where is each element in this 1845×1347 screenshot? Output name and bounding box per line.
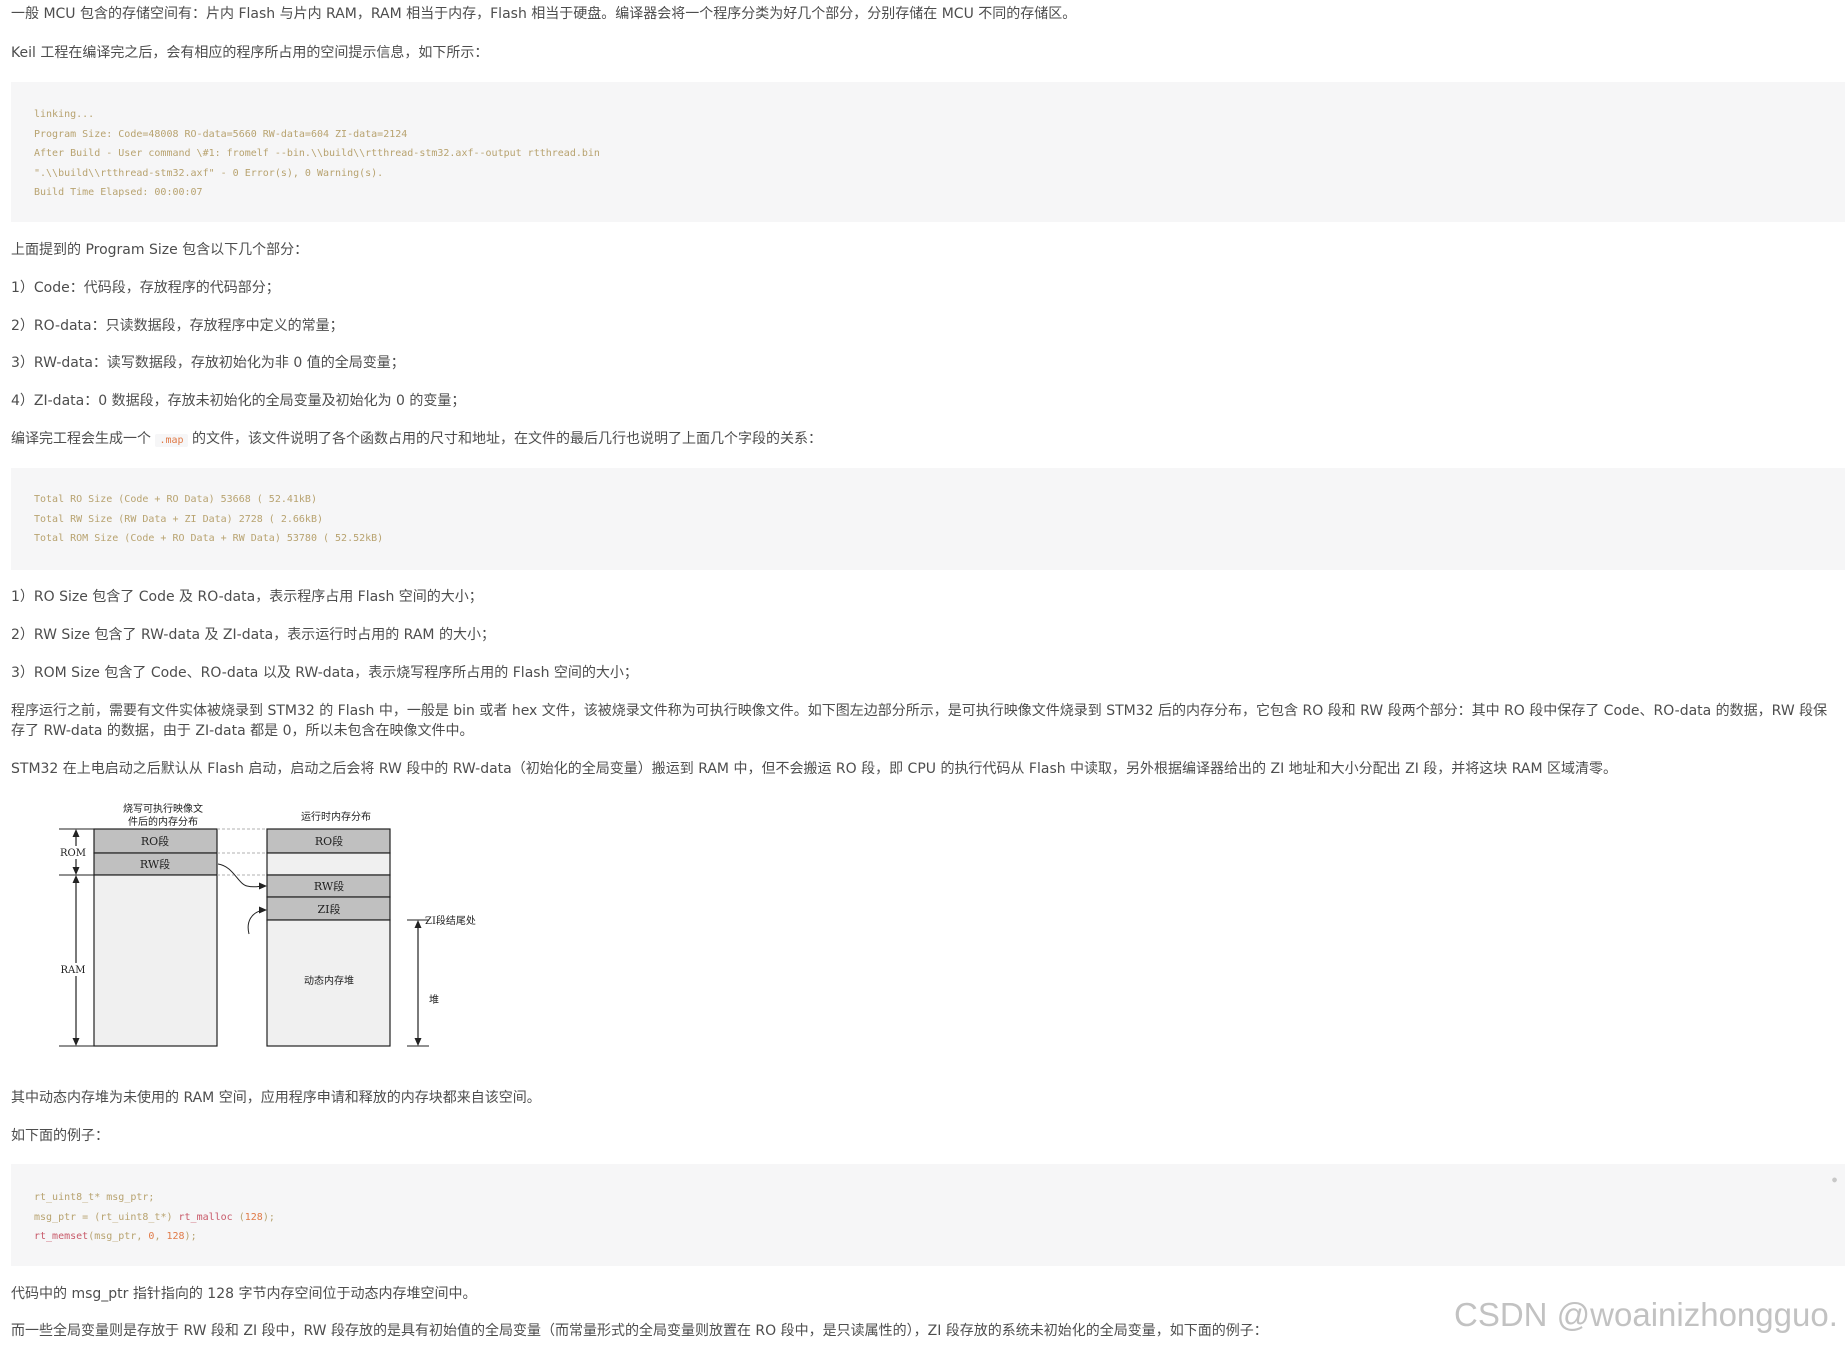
heap-label: 堆	[429, 994, 439, 1006]
left-ro-label: RO段	[141, 834, 169, 848]
paragraph: 程序运行之前，需要有文件实体被烧录到 STM32 的 Flash 中，一般是 b…	[11, 703, 1828, 739]
paragraph: 代码中的 msg_ptr 指针指向的 128 字节内存空间位于动态内存堆空间中。	[11, 1286, 477, 1302]
dashed-guides	[217, 828, 267, 876]
list-item: 1）RO Size 包含了 Code 及 RO-data，表示程序占用 Flas…	[11, 589, 483, 605]
left-title-line-1: 烧写可执行映像文	[123, 802, 203, 815]
right-title: 运行时内存分布	[301, 810, 371, 823]
paragraph: 上面提到的 Program Size 包含以下几个部分：	[11, 242, 309, 258]
heap-area-label: 动态内存堆	[304, 974, 354, 987]
list-item: 1）Code：代码段，存放程序的代码部分；	[11, 280, 280, 296]
paragraph: 如下面的例子：	[11, 1128, 109, 1144]
left-free-area	[93, 874, 218, 1047]
list-item: 3）RW-data：读写数据段，存放初始化为非 0 值的全局变量；	[11, 355, 405, 371]
ram-label: RAM	[61, 965, 86, 976]
list-item: 2）RO-data：只读数据段，存放程序中定义的常量；	[11, 318, 344, 334]
paragraph-text: 编译完工程会生成一个	[11, 431, 151, 447]
code-line: Total RW Size (RW Data + ZI Data) 2728 (…	[34, 513, 323, 525]
list-item: 4）ZI-data：0 数据段，存放未初始化的全局变量及初始化为 0 的变量；	[11, 393, 466, 409]
paragraph: 一般 MCU 包含的存储空间有：片内 Flash 与片内 RAM，RAM 相当于…	[11, 6, 1077, 22]
memory-layout-diagram: 烧写可执行映像文 件后的内存分布 RO段 RW段 ROM RAM 运行时内存分布	[59, 802, 476, 1047]
rom-ram-axis: ROM RAM	[59, 828, 94, 1047]
code-line: Total RO Size (Code + RO Data) 53668 ( 5…	[34, 494, 317, 505]
paragraph: 其中动态内存堆为未使用的 RAM 空间，应用程序申请和释放的内存块都来自该空间。	[11, 1090, 541, 1106]
right-rw-label: RW段	[314, 879, 344, 893]
code-line: rt_uint8_t* msg_ptr;	[34, 1192, 155, 1203]
code-line: Build Time Elapsed: 00:00:07	[34, 187, 203, 198]
code-line: After Build - User command \#1: fromelf …	[34, 148, 600, 159]
rom-label: ROM	[60, 848, 86, 859]
zi-alloc-arrow	[247, 906, 267, 935]
right-gap-segment	[266, 852, 391, 876]
right-memory-column: 运行时内存分布 RO段 RW段 ZI段 动态内存堆	[266, 810, 391, 1047]
code-block-malloc-example: ● rt_uint8_t* msg_ptr; msg_ptr = (rt_uin…	[11, 1164, 1845, 1266]
code-block-build-output: linking... Program Size: Code=48008 RO-d…	[11, 82, 1845, 222]
heap-extent-axis: ZI段结尾处 堆	[407, 914, 476, 1047]
code-line: Total ROM Size (Code + RO Data + RW Data…	[34, 533, 384, 544]
zi-end-label: ZI段结尾处	[425, 914, 476, 927]
inline-code: .map	[155, 434, 188, 447]
paragraph: Keil 工程在编译完之后，会有相应的程序所占用的空间提示信息，如下所示：	[11, 45, 489, 61]
list-item: 2）RW Size 包含了 RW-data 及 ZI-data，表示运行时占用的…	[11, 627, 495, 643]
code-line: ".\\build\\rtthread-stm32.axf" - 0 Error…	[34, 167, 384, 179]
code-block-map-summary: Total RO Size (Code + RO Data) 53668 ( 5…	[11, 468, 1845, 570]
code-line: linking...	[34, 109, 95, 120]
left-title-line-2: 件后的内存分布	[128, 815, 198, 828]
code-line: rt_memset(msg_ptr, 0, 128);	[34, 1231, 197, 1242]
paragraph-text: 的文件，该文件说明了各个函数占用的尺寸和地址，在文件的最后几行也说明了上面几个字…	[192, 431, 822, 447]
list-item: 3）ROM Size 包含了 Code、RO-data 以及 RW-data，表…	[11, 665, 638, 681]
right-ro-label: RO段	[315, 834, 343, 848]
left-memory-column: 烧写可执行映像文 件后的内存分布 RO段 RW段	[93, 802, 218, 1047]
paragraph: 而一些全局变量则是存放于 RW 段和 ZI 段中，RW 段存放的是具有初始值的全…	[11, 1323, 1268, 1339]
rw-copy-arrow	[217, 863, 267, 890]
right-zi-label: ZI段	[318, 902, 341, 916]
left-rw-label: RW段	[140, 857, 170, 871]
paragraph: 编译完工程会生成一个 .map 的文件，该文件说明了各个函数占用的尺寸和地址，在…	[11, 429, 822, 451]
copy-icon[interactable]: ●	[1832, 1170, 1837, 1190]
paragraph: STM32 在上电启动之后默认从 Flash 启动，启动之后会将 RW 段中的 …	[11, 761, 1618, 777]
code-line: Program Size: Code=48008 RO-data=5660 RW…	[34, 128, 408, 140]
code-line: msg_ptr = (rt_uint8_t*) rt_malloc (128);	[34, 1211, 275, 1223]
csdn-watermark: CSDN @woainizhongguo.	[1454, 1296, 1838, 1333]
